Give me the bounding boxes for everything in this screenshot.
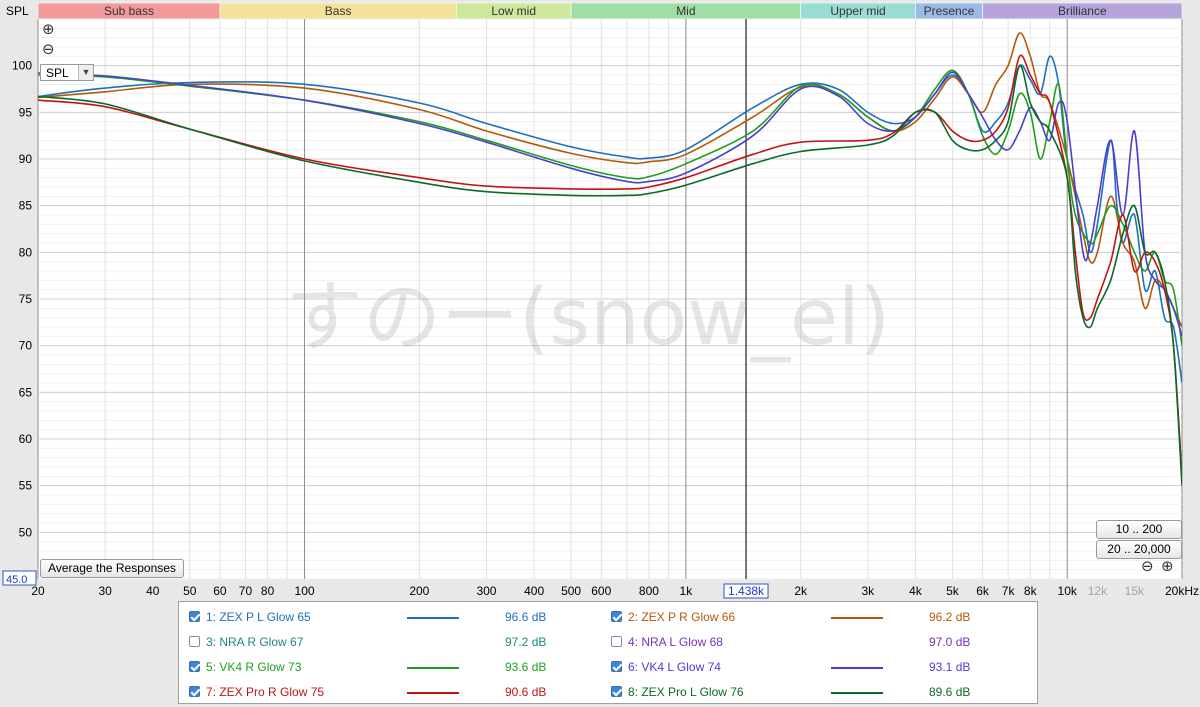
legend-checkbox[interactable] [611,611,622,622]
x-tick-label: 7k [1002,584,1016,598]
legend-label: 6: VK4 L Glow 74 [628,660,721,674]
x-tick-label: 15k [1125,584,1145,598]
legend-value: 97.0 dB [929,635,971,649]
y-tick-label: 85 [19,199,33,213]
band-label: Bass [325,4,352,18]
range-button-10-200[interactable]: 10 .. 200 [1096,520,1182,539]
y-tick-label: 70 [19,339,33,353]
legend-item-zex_pro_r[interactable]: 7: ZEX Pro R Glow 75 90.6 dB [189,683,589,701]
legend-label: 7: ZEX Pro R Glow 75 [206,685,325,699]
x-tick-label: 1k [680,584,694,598]
x-tick-label: 10k [1058,584,1078,598]
x-tick-label: 8k [1024,584,1038,598]
legend-checkbox[interactable] [611,661,622,672]
y-axis-label: SPL [6,4,29,18]
x-tick-label: 20 [31,584,45,598]
legend-item-zex_p_r[interactable]: 2: ZEX P R Glow 66 96.2 dB [611,608,1011,626]
legend-value: 96.2 dB [929,610,971,624]
spl-select-value: SPL [46,66,69,80]
x-tick-label: 300 [476,584,496,598]
legend-label: 8: ZEX Pro L Glow 76 [628,685,744,699]
chevron-down-icon: ▼ [78,65,93,80]
y-min-label: 45.0 [6,574,27,586]
legend-item-nra_l[interactable]: 4: NRA L Glow 68 97.0 dB [611,633,1011,651]
horizontal-zoom-out-icon[interactable]: ⊖ [1141,559,1154,574]
legend-item-zex_pro_l[interactable]: 8: ZEX Pro L Glow 76 89.6 dB [611,683,1011,701]
x-tick-label: 70 [239,584,253,598]
x-tick-label: 60 [213,584,227,598]
x-tick-label: 800 [639,584,659,598]
x-tick-label: 200 [409,584,429,598]
x-tick-label: 400 [524,584,544,598]
legend-checkbox[interactable] [189,636,200,647]
band-label: Brilliance [1058,4,1107,18]
legend-label: 3: NRA R Glow 67 [206,635,304,649]
legend-checkbox[interactable] [189,661,200,672]
legend-swatch [831,617,883,619]
legend-value: 89.6 dB [929,685,971,699]
x-tick-label: 6k [976,584,990,598]
legend-swatch [831,667,883,669]
legend-swatch [407,692,459,694]
y-tick-label: 95 [19,105,33,119]
band-label: Presence [924,4,975,18]
legend-label: 1: ZEX P L Glow 65 [206,610,311,624]
legend-label: 5: VK4 R Glow 73 [206,660,302,674]
y-tick-label: 90 [19,152,33,166]
x-tick-label: 2k [794,584,808,598]
x-tick-label: 12k [1088,584,1108,598]
legend-value: 93.1 dB [929,660,971,674]
zoom-out-icon[interactable]: ⊖ [42,42,55,57]
band-label: Mid [676,4,695,18]
y-tick-label: 55 [19,479,33,493]
legend-swatch [831,642,883,644]
legend-swatch [831,692,883,694]
x-tick-label: 20kHz [1165,584,1199,598]
zoom-in-icon[interactable]: ⊕ [42,22,55,37]
legend-item-nra_r[interactable]: 3: NRA R Glow 67 97.2 dB [189,633,589,651]
legend-value: 93.6 dB [505,660,547,674]
spl-select[interactable]: SPL ▼ [40,64,94,81]
legend-checkbox[interactable] [611,686,622,697]
legend-swatch [407,667,459,669]
legend-value: 96.6 dB [505,610,547,624]
x-tick-label: 500 [561,584,581,598]
band-label: Sub bass [104,4,154,18]
y-tick-label: 65 [19,385,33,399]
x-tick-label: 40 [146,584,160,598]
x-tick-label: 5k [946,584,960,598]
legend-value: 90.6 dB [505,685,547,699]
legend-item-vk4_l[interactable]: 6: VK4 L Glow 74 93.1 dB [611,658,1011,676]
x-tick-label: 50 [183,584,197,598]
legend-item-zex_p_l[interactable]: 1: ZEX P L Glow 65 96.6 dB [189,608,589,626]
legend-swatch [407,617,459,619]
y-tick-label: 75 [19,292,33,306]
legend-label: 2: ZEX P R Glow 66 [628,610,736,624]
legend-swatch [407,642,459,644]
y-tick-label: 80 [19,245,33,259]
horizontal-zoom-in-icon[interactable]: ⊕ [1161,559,1174,574]
x-tick-label: 4k [909,584,923,598]
legend-item-vk4_r[interactable]: 5: VK4 R Glow 73 93.6 dB [189,658,589,676]
legend-panel: 1: ZEX P L Glow 65 96.6 dB 2: ZEX P R Glow… [178,601,1038,704]
y-tick-label: 100 [12,59,32,73]
x-tick-label: 30 [98,584,112,598]
legend-checkbox[interactable] [189,611,200,622]
legend-value: 97.2 dB [505,635,547,649]
cursor-label: 1.438k [728,584,765,598]
x-tick-label: 3k [861,584,875,598]
y-tick-label: 50 [19,525,33,539]
band-label: Low mid [491,4,536,18]
x-tick-label: 100 [295,584,315,598]
y-tick-label: 60 [19,432,33,446]
band-label: Upper mid [830,4,885,18]
x-tick-label: 600 [591,584,611,598]
legend-checkbox[interactable] [189,686,200,697]
average-responses-button[interactable]: Average the Responses [40,559,184,578]
legend-checkbox[interactable] [611,636,622,647]
x-tick-label: 80 [261,584,275,598]
legend-label: 4: NRA L Glow 68 [628,635,723,649]
